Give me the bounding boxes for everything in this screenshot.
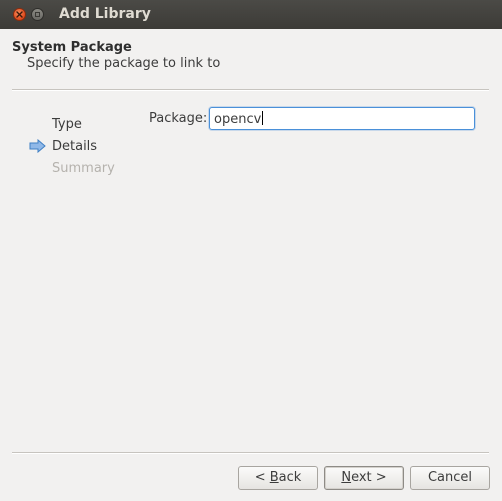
close-window-button[interactable] [13, 8, 26, 21]
package-input-value: opencv [214, 112, 262, 127]
package-input[interactable]: opencv [209, 107, 475, 130]
footer-separator [12, 452, 489, 454]
next-button[interactable]: Next > [324, 466, 404, 490]
back-button[interactable]: < Back [238, 466, 318, 490]
package-label: Package: [149, 111, 208, 126]
maximize-window-button[interactable] [31, 8, 44, 21]
arrow-right-icon [29, 139, 46, 153]
page-title: System Package [12, 40, 132, 55]
title-bar: Add Library [0, 0, 502, 29]
maximize-icon [35, 12, 40, 17]
close-icon [16, 11, 23, 18]
header-separator [12, 89, 489, 91]
step-details: Details [52, 139, 98, 154]
text-caret [262, 111, 264, 125]
cancel-button[interactable]: Cancel [410, 466, 490, 490]
step-type: Type [52, 117, 82, 132]
window-title: Add Library [59, 6, 151, 22]
add-library-dialog: Add Library System Package Specify the p… [0, 0, 502, 501]
page-subtitle: Specify the package to link to [27, 56, 221, 71]
step-summary: Summary [52, 161, 115, 176]
